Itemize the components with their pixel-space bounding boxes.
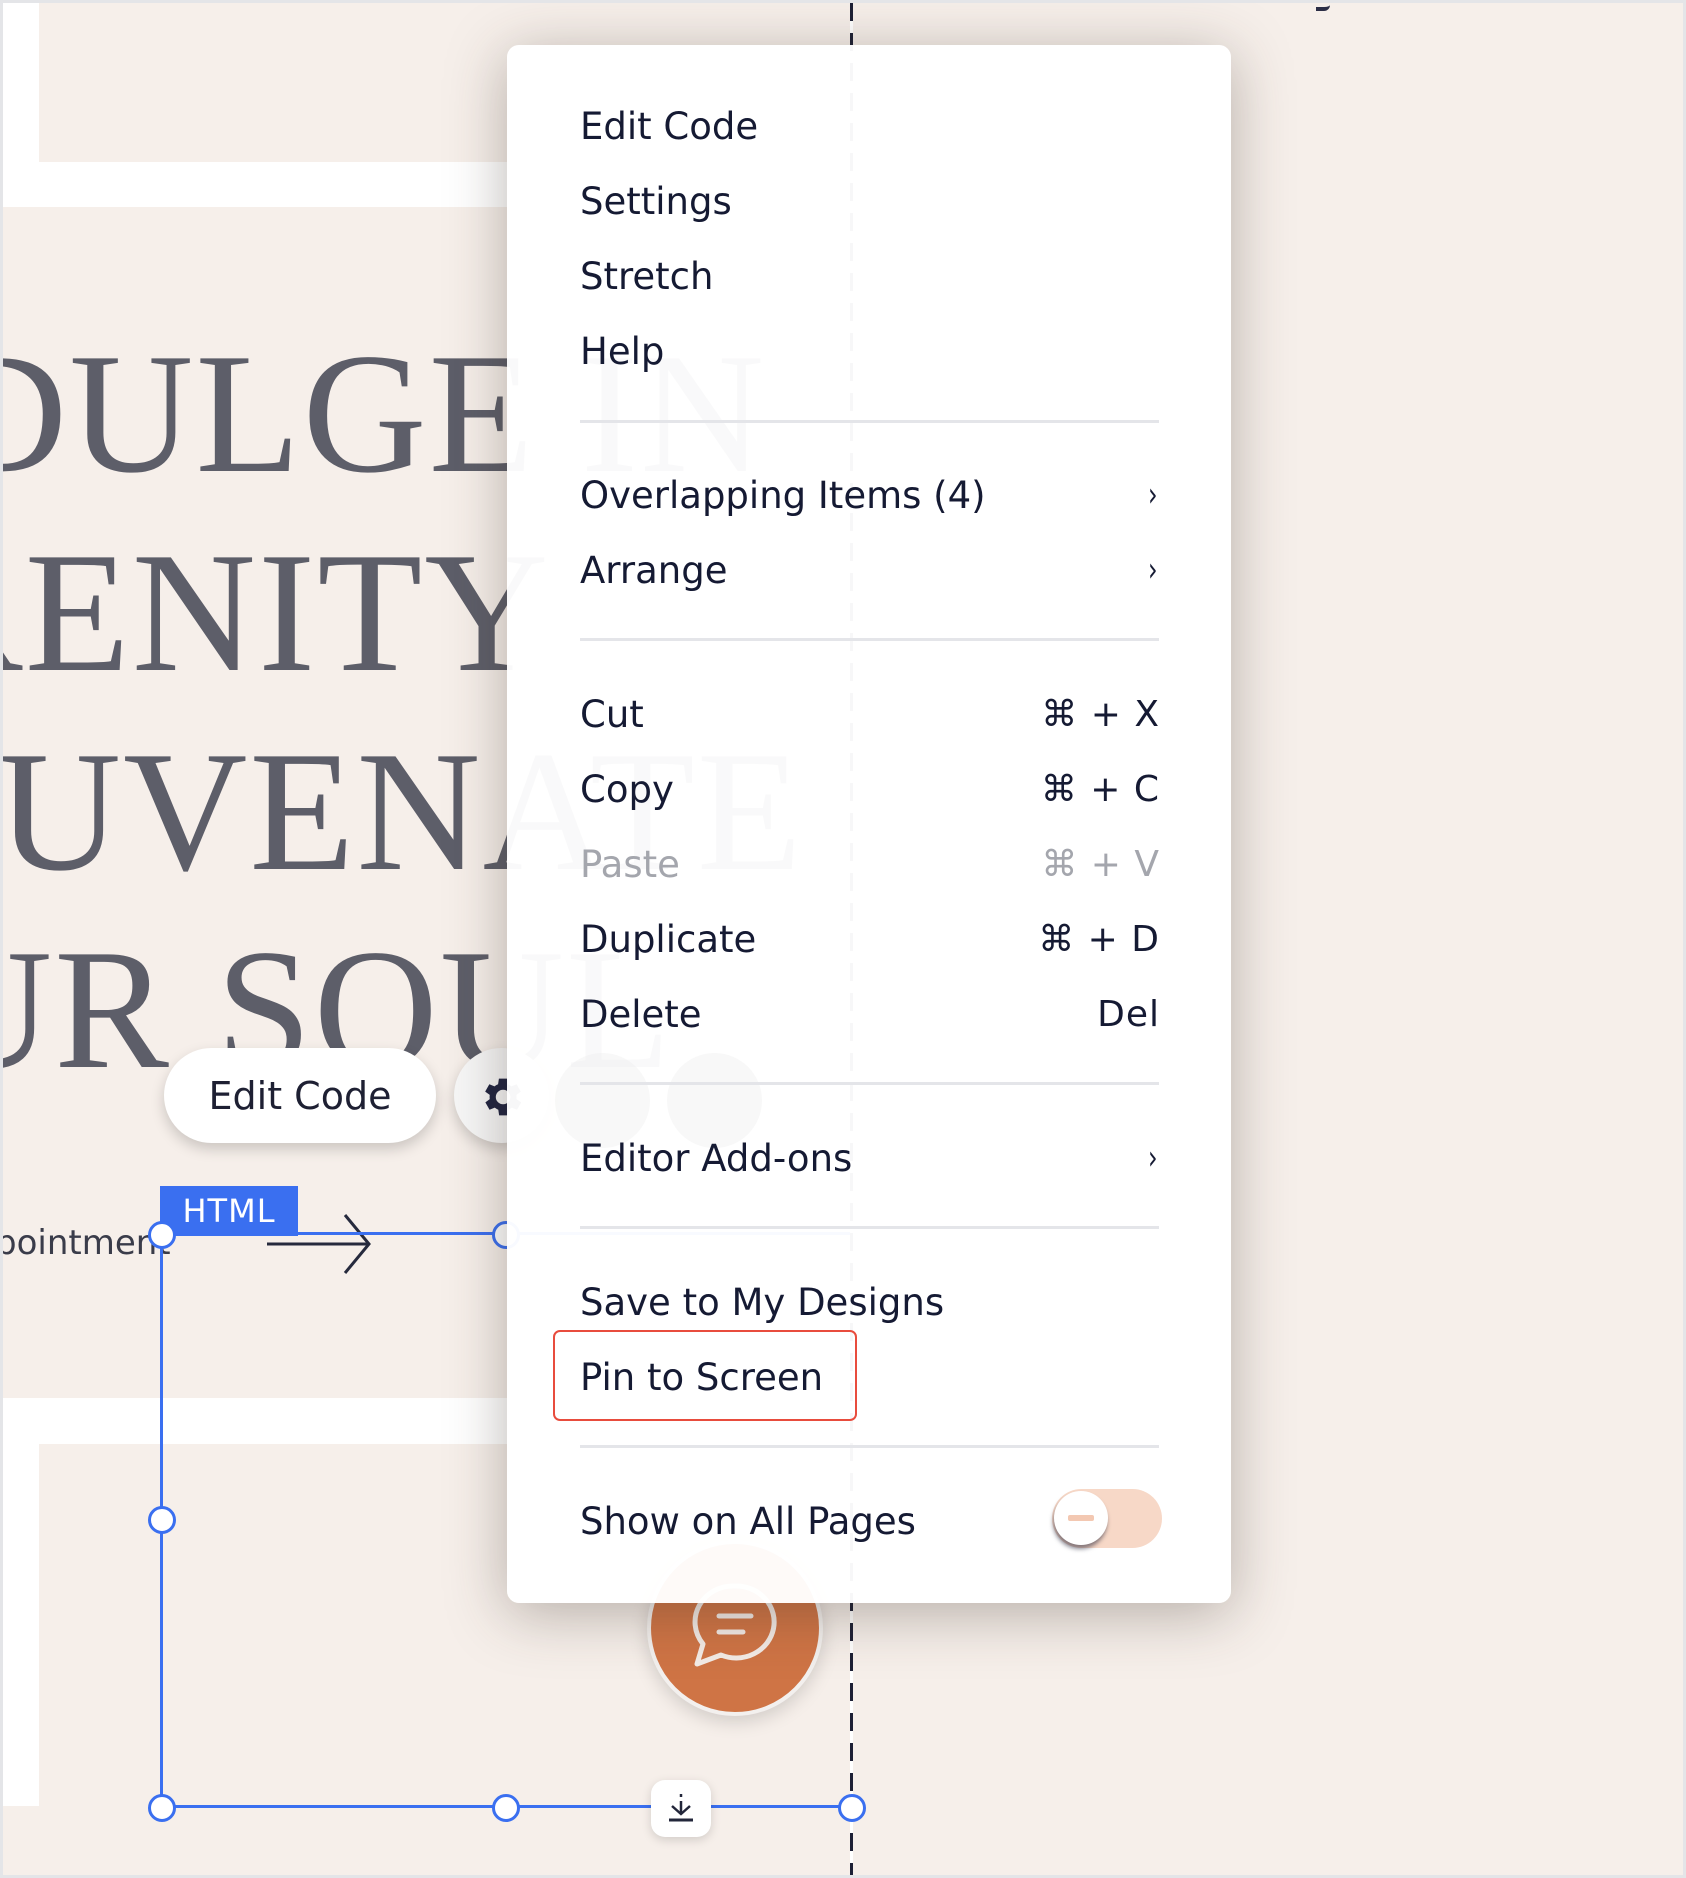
menu-item-save-to-my-designs[interactable]: Save to My Designs (580, 1272, 1160, 1332)
frame-left-bar-bottom (3, 1444, 39, 1806)
download-button[interactable] (651, 1780, 711, 1837)
chevron-right-icon: › (1148, 1138, 1158, 1178)
shortcut-label: Del (1097, 993, 1160, 1035)
menu-item-label: Save to My Designs (580, 1280, 945, 1324)
resize-handle-bottom-left[interactable] (148, 1794, 176, 1822)
menu-item-label: Duplicate (580, 917, 757, 961)
menu-divider (580, 420, 1159, 423)
menu-item-label: Delete (580, 992, 702, 1036)
chevron-right-icon: › (1148, 550, 1158, 590)
menu-item-overlapping-items[interactable]: Overlapping Items (4) › (580, 465, 1160, 525)
menu-item-label: Stretch (580, 254, 714, 298)
menu-item-label: Paste (580, 842, 680, 886)
shortcut-label: ⌘ + X (1041, 693, 1160, 735)
resize-handle-bottom-middle[interactable] (492, 1794, 520, 1822)
menu-item-label: Editor Add-ons (580, 1136, 853, 1180)
component-type-tag: HTML (160, 1186, 298, 1236)
appointment-link-text[interactable]: pointment (3, 1223, 171, 1263)
frame-left-bar-top (3, 3, 39, 162)
editor-canvas[interactable]: DULGE IN RENITY JUVENATE UR SOUL pointme… (3, 3, 1683, 1875)
resize-handle-middle-left[interactable] (148, 1506, 176, 1534)
shortcut-label: ⌘ + C (1040, 768, 1160, 810)
menu-item-settings[interactable]: Settings (580, 171, 1160, 231)
resize-handle-bottom-right[interactable] (838, 1794, 866, 1822)
menu-item-label: Arrange (580, 548, 728, 592)
edit-code-button[interactable]: Edit Code (164, 1048, 436, 1143)
show-on-all-pages-toggle[interactable] (1052, 1489, 1162, 1548)
cropped-glyph (1316, 3, 1330, 11)
shortcut-label: ⌘ + V (1041, 843, 1160, 885)
menu-item-label: Edit Code (580, 104, 759, 148)
shortcut-label: ⌘ + D (1038, 918, 1160, 960)
menu-item-arrange[interactable]: Arrange › (580, 540, 1160, 600)
menu-item-label: Show on All Pages (580, 1499, 916, 1543)
frame-band-top (3, 162, 523, 207)
menu-item-delete[interactable]: Delete Del (580, 984, 1160, 1044)
menu-item-stretch[interactable]: Stretch (580, 246, 1160, 306)
download-icon (669, 1794, 693, 1822)
context-menu: Edit Code Settings Stretch Help Overlapp… (507, 45, 1231, 1603)
menu-item-label: Help (580, 329, 665, 373)
frame-band-bottom (3, 1398, 523, 1444)
menu-divider (580, 638, 1159, 641)
headline-line-2: RENITY (3, 518, 551, 708)
menu-item-copy[interactable]: Copy ⌘ + C (580, 759, 1160, 819)
menu-item-label: Cut (580, 692, 644, 736)
highlight-box (553, 1330, 857, 1421)
edit-code-label: Edit Code (208, 1073, 392, 1118)
toggle-knob[interactable] (1054, 1491, 1108, 1545)
menu-item-edit-code[interactable]: Edit Code (580, 96, 1160, 156)
minus-icon (1068, 1515, 1094, 1521)
menu-divider (580, 1445, 1159, 1448)
menu-divider (580, 1082, 1159, 1085)
menu-item-label: Copy (580, 767, 674, 811)
resize-handle-top-left[interactable] (148, 1221, 176, 1249)
menu-item-paste: Paste ⌘ + V (580, 834, 1160, 894)
menu-item-label: Settings (580, 179, 732, 223)
menu-item-label: Overlapping Items (4) (580, 473, 986, 517)
menu-item-cut[interactable]: Cut ⌘ + X (580, 684, 1160, 744)
chevron-right-icon: › (1148, 475, 1158, 515)
menu-item-editor-add-ons[interactable]: Editor Add-ons › (580, 1128, 1160, 1188)
menu-item-duplicate[interactable]: Duplicate ⌘ + D (580, 909, 1160, 969)
menu-item-help[interactable]: Help (580, 321, 1160, 381)
menu-divider (580, 1226, 1159, 1229)
